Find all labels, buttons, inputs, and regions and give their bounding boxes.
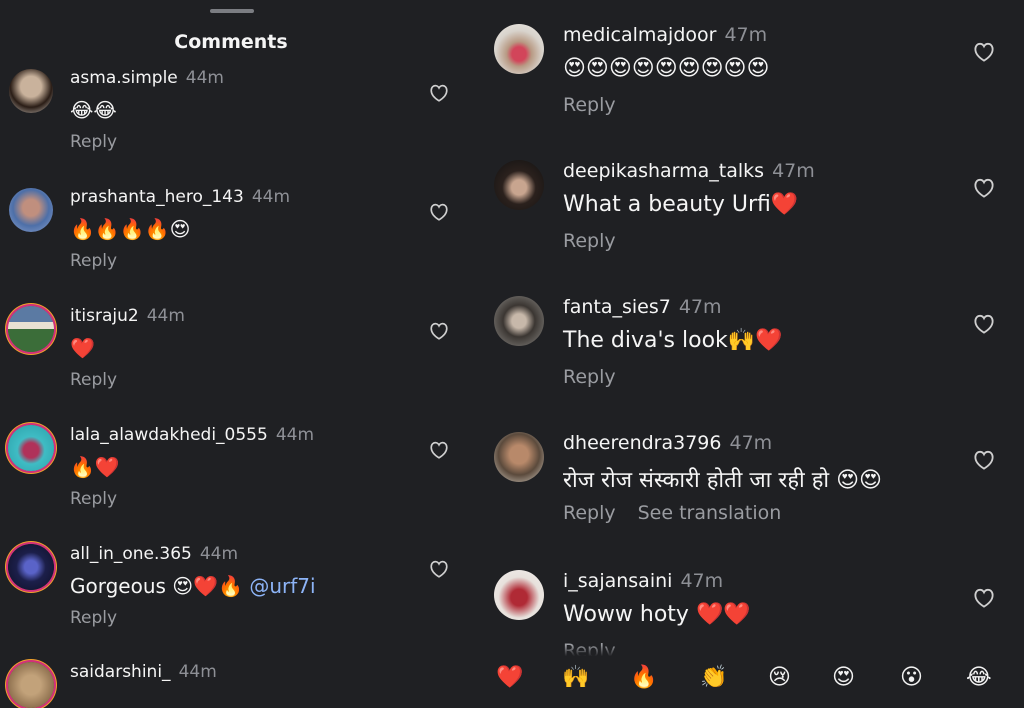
reaction-clap[interactable]: 👏	[700, 667, 727, 689]
username[interactable]: prashanta_hero_143	[70, 187, 244, 207]
heart-outline-icon[interactable]	[973, 588, 995, 612]
username[interactable]: saidarshini_	[70, 662, 171, 682]
timestamp: 44m	[146, 306, 185, 326]
avatar[interactable]	[494, 296, 544, 346]
reaction-raised-hands[interactable]: 🙌	[562, 667, 589, 689]
reply-button[interactable]: Reply	[70, 489, 117, 509]
timestamp: 47m	[680, 570, 724, 592]
mention-link[interactable]: @urf7i	[249, 574, 315, 598]
avatar[interactable]	[8, 662, 54, 708]
username[interactable]: deepikasharma_talks	[563, 160, 764, 182]
username[interactable]: lala_alawdakhedi_0555	[70, 425, 268, 445]
username[interactable]: fanta_sies7	[563, 296, 671, 318]
comment-text: 😍😍😍😍😍😍😍😍😍	[563, 56, 770, 81]
reaction-fire[interactable]: 🔥	[630, 667, 657, 689]
username[interactable]: i_sajansaini	[563, 570, 672, 592]
reply-button[interactable]: Reply	[70, 608, 117, 628]
heart-outline-icon[interactable]	[429, 84, 449, 106]
sheet-title: Comments	[174, 31, 288, 53]
timestamp: 44m	[251, 187, 291, 207]
avatar[interactable]	[8, 306, 54, 352]
timestamp: 44m	[185, 68, 224, 88]
reply-button[interactable]: Reply	[70, 132, 117, 152]
heart-outline-icon[interactable]	[429, 441, 449, 463]
reaction-heart[interactable]: ❤️	[496, 667, 523, 689]
see-translation-button[interactable]: See translation	[638, 502, 782, 524]
reaction-laughing[interactable]: 😂	[966, 667, 992, 689]
heart-outline-icon[interactable]	[429, 560, 449, 582]
avatar[interactable]	[8, 544, 54, 590]
comment-text: Woww hoty ❤️❤️	[563, 602, 751, 627]
avatar[interactable]	[9, 69, 53, 113]
timestamp: 47m	[772, 160, 815, 182]
heart-outline-icon[interactable]	[429, 322, 449, 344]
comment-text: 😂😂	[70, 98, 117, 122]
reply-button[interactable]: Reply	[563, 366, 616, 388]
comment-text: ❤️	[70, 336, 95, 360]
reply-button[interactable]: Reply	[563, 94, 616, 116]
comment-text: The diva's look🙌❤️	[563, 328, 783, 353]
comment-text: 🔥❤️	[70, 455, 120, 479]
username[interactable]: itisraju2	[70, 306, 139, 326]
avatar[interactable]	[494, 570, 544, 620]
scroll-fade	[560, 645, 980, 661]
comment-text: रोज रोज संस्कारी होती जा रही हो 😍😍	[563, 468, 882, 493]
heart-outline-icon[interactable]	[973, 178, 995, 202]
quick-reaction-bar: ❤️ 🙌 🔥 👏 😢 😍 😮 😂	[480, 667, 1024, 689]
username[interactable]: medicalmajdoor	[563, 24, 716, 46]
username[interactable]: all_in_one.365	[70, 544, 192, 564]
reaction-crying[interactable]: 😢	[768, 667, 791, 689]
timestamp: 47m	[729, 432, 773, 454]
username[interactable]: dheerendra3796	[563, 432, 721, 454]
comment-text: 🔥🔥🔥🔥😍	[70, 217, 191, 241]
comment-text: What a beauty Urfi❤️	[563, 192, 799, 217]
heart-outline-icon[interactable]	[973, 450, 995, 474]
avatar[interactable]	[9, 188, 53, 232]
reply-button[interactable]: Reply	[70, 370, 117, 390]
timestamp: 44m	[199, 544, 239, 564]
avatar[interactable]	[494, 160, 544, 210]
timestamp: 47m	[678, 296, 722, 318]
heart-outline-icon[interactable]	[429, 203, 449, 225]
username[interactable]: asma.simple	[70, 68, 178, 88]
heart-outline-icon[interactable]	[973, 42, 995, 66]
avatar[interactable]	[494, 24, 544, 74]
timestamp: 44m	[178, 662, 217, 682]
reaction-heart-eyes[interactable]: 😍	[832, 667, 855, 689]
comment-text: Gorgeous 😍❤️🔥 @urf7i	[70, 574, 316, 598]
timestamp: 47m	[724, 24, 768, 46]
reply-button[interactable]: Reply	[70, 251, 117, 271]
drag-handle[interactable]	[210, 9, 254, 13]
reply-button[interactable]: Reply	[563, 230, 616, 252]
reaction-surprised[interactable]: 😮	[900, 667, 923, 689]
reply-button[interactable]: Reply	[563, 502, 616, 524]
avatar[interactable]	[494, 432, 544, 482]
avatar[interactable]	[8, 425, 54, 471]
timestamp: 44m	[275, 425, 315, 445]
heart-outline-icon[interactable]	[973, 314, 995, 338]
